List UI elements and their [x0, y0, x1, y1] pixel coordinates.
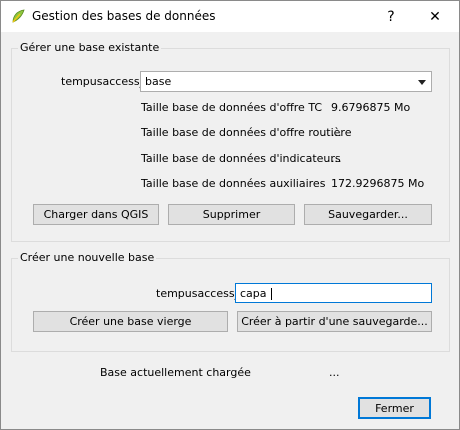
- stat-label: Taille base de données d'offre TC: [141, 101, 323, 114]
- window-title: Gestion des bases de données: [32, 9, 216, 23]
- text-caret: [271, 288, 272, 300]
- stat-value: ...: [331, 126, 342, 139]
- new-db-prefix-label: tempusaccess_: [156, 287, 241, 300]
- loaded-database-value: ...: [329, 366, 340, 379]
- new-database-name-input[interactable]: capa: [235, 283, 432, 303]
- qgis-leaf-icon: [10, 8, 26, 24]
- chevron-down-icon: [418, 80, 426, 85]
- title-bar: Gestion des bases de données ? ✕: [1, 1, 459, 32]
- create-group-title: Créer une nouvelle base: [18, 251, 157, 264]
- load-in-qgis-button[interactable]: Charger dans QGIS: [33, 204, 159, 225]
- db-prefix-label: tempusaccess_: [61, 75, 146, 88]
- stat-label: Taille base de données auxiliaires: [141, 177, 326, 190]
- new-database-name-value: capa: [240, 287, 267, 300]
- database-select[interactable]: base: [140, 71, 432, 92]
- create-blank-database-button[interactable]: Créer une base vierge: [33, 311, 228, 332]
- stat-value: 172.9296875 Mo: [331, 177, 425, 190]
- loaded-database-label: Base actuellement chargée: [100, 366, 251, 379]
- database-select-value: base: [145, 75, 172, 88]
- database-manager-dialog: Gestion des bases de données ? ✕ Gérer u…: [0, 0, 460, 430]
- delete-button[interactable]: Supprimer: [168, 204, 295, 225]
- stat-label: Taille base de données d'offre routière: [141, 126, 352, 139]
- close-button[interactable]: Fermer: [358, 397, 431, 419]
- close-icon[interactable]: ✕: [413, 1, 457, 32]
- stat-label: Taille base de données d'indicateurs: [141, 152, 341, 165]
- help-button[interactable]: ?: [369, 1, 413, 32]
- create-from-backup-button[interactable]: Créer à partir d'une sauvegarde...: [237, 311, 432, 332]
- save-backup-button[interactable]: Sauvegarder...: [304, 204, 432, 225]
- stat-value: 9.6796875 Mo: [331, 101, 411, 114]
- create-database-group: [11, 258, 450, 352]
- stat-value: ...: [331, 152, 342, 165]
- manage-group-title: Gérer une base existante: [18, 41, 162, 54]
